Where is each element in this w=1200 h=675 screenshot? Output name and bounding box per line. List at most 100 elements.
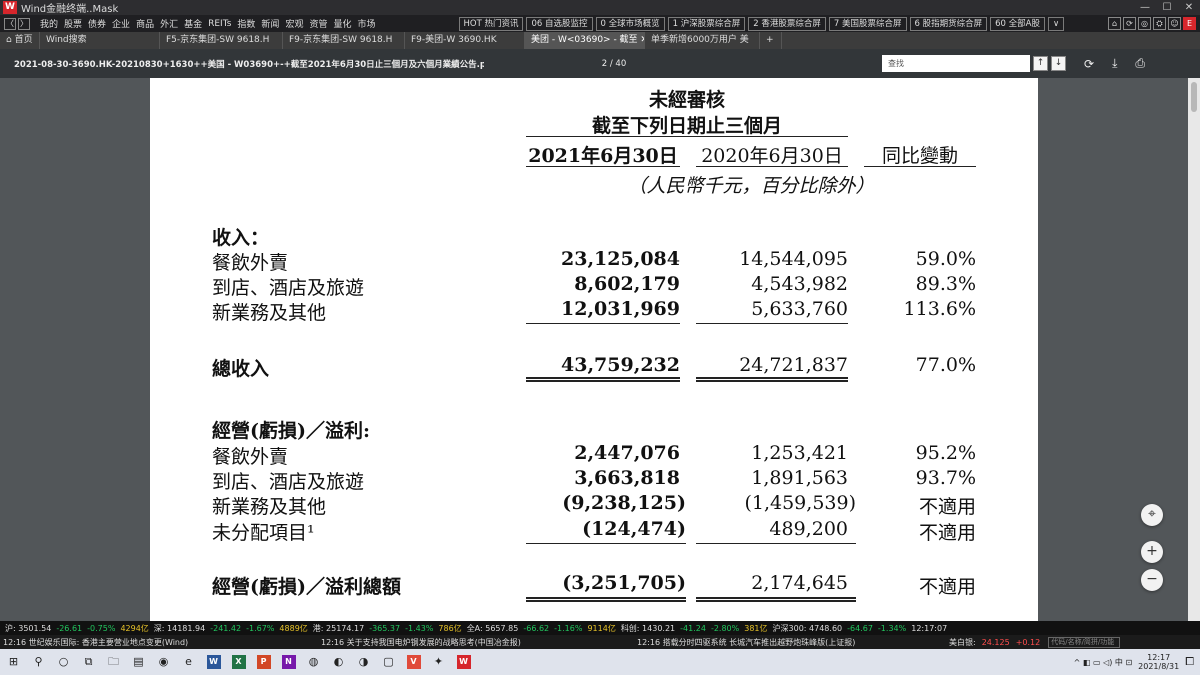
revenue-2020: 5,633,760 <box>751 298 848 320</box>
download-icon[interactable]: ⤓ <box>1112 56 1117 71</box>
settings-icon[interactable]: ⛭ <box>1153 17 1166 30</box>
chrome-icon[interactable]: ◉ <box>152 652 175 672</box>
windows-start-icon[interactable]: ⊞ <box>2 652 25 672</box>
account-icon[interactable]: E <box>1183 17 1196 30</box>
clock[interactable]: 12:17 2021/8/31 <box>1138 653 1179 671</box>
op-label: 新業務及其他 <box>212 496 327 518</box>
menu-item-stocks[interactable]: 股票 <box>64 17 82 30</box>
header-rule <box>526 136 848 137</box>
app-icon[interactable]: ▤ <box>127 652 150 672</box>
total-op-yoy: 不適用 <box>918 576 976 598</box>
tab-meituan-pdf[interactable]: 美团 - W<03690> - 截至 ✕ <box>525 32 645 49</box>
op-label: 餐飲外賣 <box>212 446 289 468</box>
maximize-button[interactable]: ☐ <box>1156 2 1178 13</box>
menu-item-news[interactable]: 新闻 <box>261 17 279 30</box>
user-icon[interactable]: ☺ <box>1168 17 1181 30</box>
search-icon[interactable]: ⚲ <box>27 652 50 672</box>
tab-meituan-news[interactable]: 单季新增6000万用户 美 <box>645 32 760 49</box>
ticker-item: -0.75% <box>87 623 116 633</box>
new-tab-button[interactable]: + <box>760 32 782 49</box>
cortana-icon[interactable]: ○ <box>52 652 75 672</box>
op-2020: 1,891,563 <box>751 467 848 489</box>
quick-hot-news[interactable]: HOT 热门资讯 <box>458 16 524 31</box>
wechat-icon[interactable]: ◑ <box>352 652 375 672</box>
vivaldi-icon[interactable]: V <box>402 652 425 672</box>
op-label: 未分配項目¹ <box>212 522 315 544</box>
edge-icon[interactable]: e <box>177 652 200 672</box>
scrollbar-thumb[interactable] <box>1191 82 1197 112</box>
code-search-input[interactable]: 代码/名称/简拼/功能 <box>1048 636 1121 648</box>
quick-futures-screen[interactable]: 6 股指期货综合屏 <box>909 16 988 31</box>
weibo-icon[interactable]: ◍ <box>302 652 325 672</box>
find-input[interactable]: 查找 <box>882 55 1030 72</box>
quick-hk-screen[interactable]: 2 香港股票综合屏 <box>748 16 826 31</box>
menu-item-forex[interactable]: 外汇 <box>160 17 178 30</box>
find-next-button[interactable]: ↓ <box>1051 56 1066 71</box>
fit-page-button[interactable]: ⌖ <box>1141 504 1163 526</box>
total-double-rule <box>526 597 686 602</box>
ticker-item: 12:17:07 <box>911 623 948 633</box>
print-icon[interactable]: ⎙ <box>1135 56 1145 71</box>
file-explorer-icon[interactable]: 🗀 <box>102 652 125 672</box>
rotate-icon[interactable]: ⟳ <box>1084 57 1094 71</box>
menu-item-funds[interactable]: 基金 <box>184 17 202 30</box>
op-title: 經營(虧損)／溢利: <box>212 420 370 442</box>
total-revenue-2020: 24,721,837 <box>739 354 848 376</box>
quick-us-screen[interactable]: 7 美国股票综合屏 <box>828 16 907 31</box>
news-item[interactable]: 12:16 搭载分时四驱系统 长城汽车推出越野炮珠峰版(上证报) <box>637 637 949 648</box>
onenote-icon[interactable]: N <box>277 652 300 672</box>
tab-f9-meituan[interactable]: F9-美团-W 3690.HK <box>405 32 525 49</box>
tray-icons[interactable]: ^ ◧ ▭ ◁) 中 ⊡ <box>1074 657 1133 668</box>
tab-f9-jd[interactable]: F9-京东集团-SW 9618.H <box>283 32 405 49</box>
file-explorer-icon-glyph: 🗀 <box>108 655 119 668</box>
close-button[interactable]: ✕ <box>1178 2 1200 13</box>
task-view-icon[interactable]: ⧉ <box>77 652 100 672</box>
wind-icon[interactable]: W <box>452 652 475 672</box>
quick-watchlist-monitor[interactable]: 06 自选股监控 <box>526 16 593 31</box>
quick-global-overview[interactable]: 0 全球市场概览 <box>595 16 665 31</box>
pdf-viewer[interactable]: 未經審核 截至下列日期止三個月 2021年6月30日 2020年6月30日 同比… <box>0 78 1188 621</box>
total-revenue-2021: 43,759,232 <box>561 354 680 376</box>
back-button[interactable]: 〈 <box>4 17 16 30</box>
menu-item-index[interactable]: 指数 <box>237 17 255 30</box>
quick-all-a-shares[interactable]: 60 全部A股 <box>990 16 1045 31</box>
menu-item-quant[interactable]: 量化 <box>333 17 351 30</box>
zoom-out-button[interactable]: − <box>1141 569 1163 591</box>
refresh-icon[interactable]: ⟳ <box>1123 17 1136 30</box>
app2-icon-glyph: ▢ <box>383 655 394 668</box>
menu-item-mine[interactable]: 我的 <box>40 17 58 30</box>
forward-button[interactable]: 〉 <box>18 17 30 30</box>
revenue-2021: 12,031,969 <box>561 298 680 320</box>
powerpoint-icon[interactable]: P <box>252 652 275 672</box>
quick-shsz-screen[interactable]: 1 沪深股票综合屏 <box>667 16 746 31</box>
menu-item-market[interactable]: 市场 <box>357 17 375 30</box>
news-item[interactable]: 12:16 关于支持我国电炉钢发展的战略思考(中国冶金报) <box>321 637 637 648</box>
tab-f5-jd[interactable]: F5-京东集团-SW 9618.H <box>160 32 283 49</box>
word-icon[interactable]: W <box>202 652 225 672</box>
menu-item-reits[interactable]: REITs <box>208 19 231 29</box>
news-item[interactable]: 12:16 世纪娱乐国际: 香港主要营业地点变更(Wind) <box>3 637 321 648</box>
app2-icon[interactable]: ▢ <box>377 652 400 672</box>
total-double-rule <box>526 377 680 382</box>
menu-item-bonds[interactable]: 债券 <box>88 17 106 30</box>
menu-item-macro[interactable]: 宏观 <box>285 17 303 30</box>
excel-icon[interactable]: X <box>227 652 250 672</box>
find-prev-button[interactable]: ↑ <box>1033 56 1048 71</box>
zoom-in-button[interactable]: + <box>1141 541 1163 563</box>
vertical-scrollbar[interactable] <box>1188 78 1200 621</box>
chrome-icon-glyph: ◉ <box>158 655 169 668</box>
notification-icon[interactable]: ⧠ <box>1185 655 1194 669</box>
home-icon[interactable]: ⌂ <box>1108 17 1121 30</box>
menu-item-asset-mgmt[interactable]: 资管 <box>309 17 327 30</box>
ticker-item: -1.67% <box>246 623 275 633</box>
menu-item-companies[interactable]: 企业 <box>112 17 130 30</box>
target-icon[interactable]: ◎ <box>1138 17 1151 30</box>
tab-home[interactable]: ⌂ 首页 <box>0 32 40 49</box>
app3-icon[interactable]: ✦ <box>427 652 450 672</box>
quick-dropdown[interactable]: ∨ <box>1047 16 1065 31</box>
minimize-button[interactable]: — <box>1134 2 1156 13</box>
total-revenue-yoy: 77.0% <box>915 354 976 376</box>
wps-icon[interactable]: ◐ <box>327 652 350 672</box>
menu-item-commodities[interactable]: 商品 <box>136 17 154 30</box>
tab-wind-search[interactable]: Wind搜索 <box>40 32 160 49</box>
